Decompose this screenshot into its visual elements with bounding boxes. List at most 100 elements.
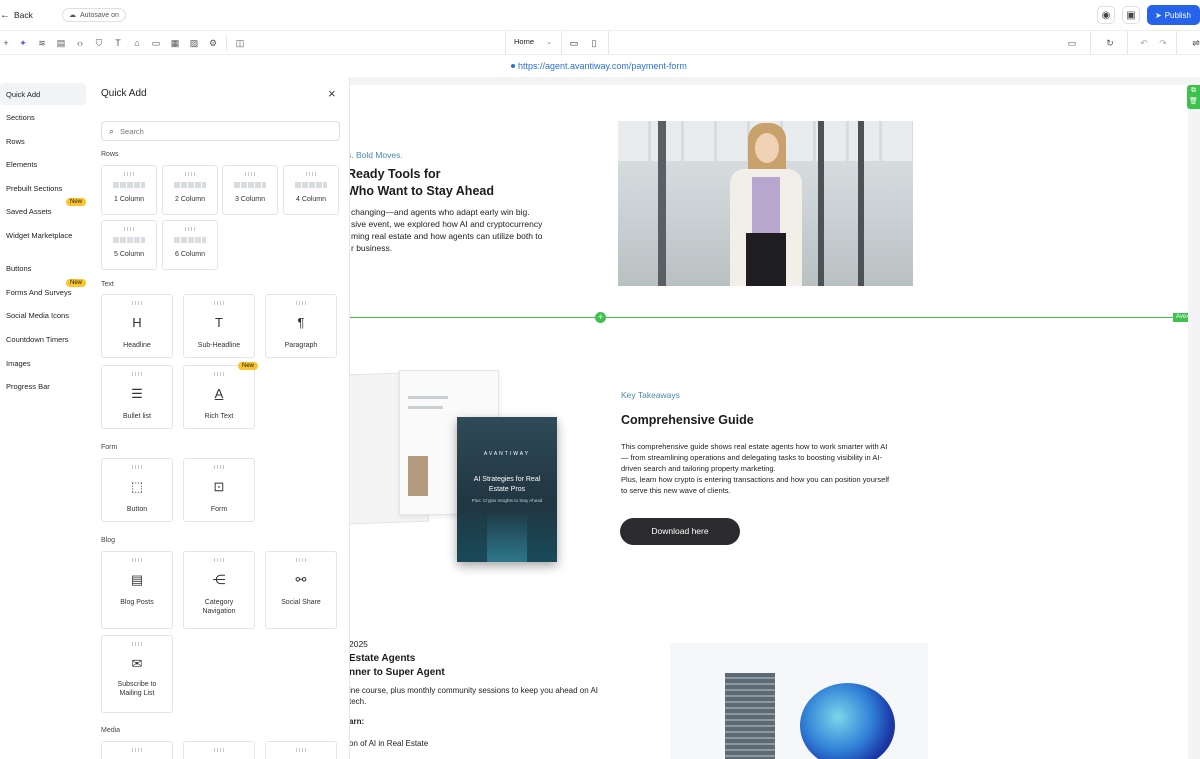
sidebar-item-widget-marketplace[interactable]: Widget Marketplace bbox=[0, 224, 88, 246]
typography-icon[interactable]: T bbox=[112, 37, 124, 49]
course-item[interactable]: on of AI in Real Estate bbox=[349, 739, 428, 748]
hero-body-4[interactable]: r business. bbox=[351, 243, 392, 253]
sidebar-item-sections[interactable]: Sections bbox=[0, 106, 88, 128]
course-year[interactable]: 2025 bbox=[349, 639, 368, 649]
guide-body-3[interactable]: driven search and tailoring property mar… bbox=[621, 464, 776, 473]
copy-icon[interactable]: ⧉ bbox=[1187, 85, 1200, 96]
page-url-link[interactable]: https://agent.avantiway.com/payment-form bbox=[518, 61, 687, 71]
layers-icon[interactable]: ≋ bbox=[36, 37, 48, 49]
element-bullet-list[interactable]: ☰ Bullet list bbox=[101, 365, 173, 429]
hero-title-line-2[interactable]: Who Want to Stay Ahead bbox=[347, 184, 494, 198]
hero-photo[interactable] bbox=[618, 121, 913, 286]
row-2-column[interactable]: 2 Column bbox=[162, 165, 218, 215]
guide-title[interactable]: Comprehensive Guide bbox=[621, 413, 754, 427]
arrow-left-icon: ← bbox=[0, 9, 10, 21]
hero-body-2[interactable]: sive event, we explored how AI and crypt… bbox=[351, 219, 542, 229]
redo-icon[interactable]: ↷ bbox=[1157, 37, 1169, 49]
course-body-2[interactable]: tech. bbox=[349, 697, 366, 706]
sidebar-item-label: Forms And Surveys bbox=[6, 287, 72, 297]
preview-button[interactable]: ◉ bbox=[1097, 6, 1115, 24]
sliders-icon[interactable]: ⇌ bbox=[1190, 37, 1200, 49]
sidebar-item-prebuilt-sections[interactable]: Prebuilt Sections bbox=[0, 177, 88, 199]
course-image[interactable] bbox=[670, 643, 928, 759]
guide-book-mockup[interactable]: AVANTIWAY AI Strategies for Real Estate … bbox=[349, 370, 564, 570]
key-takeaways-kicker[interactable]: Key Takeaways bbox=[621, 390, 680, 400]
page-select[interactable]: Home ⌄ bbox=[514, 37, 552, 46]
element-headline[interactable]: H Headline bbox=[101, 294, 173, 358]
guide-body-5[interactable]: to serve this new wave of clients. bbox=[621, 486, 731, 495]
element-button[interactable]: ⬚ Button bbox=[101, 458, 173, 522]
code-icon[interactable]: ‹› bbox=[74, 37, 86, 49]
add-row-icon[interactable]: + bbox=[595, 312, 606, 323]
media-card[interactable] bbox=[183, 741, 255, 759]
hero-kicker[interactable]: s. Bold Moves. bbox=[347, 150, 403, 160]
sidebar-item-buttons[interactable]: Buttons bbox=[0, 257, 88, 279]
settings-icon[interactable]: ⚙ bbox=[207, 37, 219, 49]
search-input[interactable] bbox=[120, 126, 321, 136]
row-tag[interactable]: Avexa bbox=[1173, 313, 1188, 322]
element-rich-text[interactable]: A Rich Text bbox=[183, 365, 255, 429]
close-icon[interactable]: × bbox=[328, 86, 336, 101]
pages-icon[interactable]: ▤ bbox=[55, 37, 67, 49]
search-field[interactable]: ⌕ bbox=[101, 121, 340, 141]
undo-icon[interactable]: ↶ bbox=[1138, 37, 1150, 49]
responsive-icon[interactable]: ▭ bbox=[1066, 37, 1078, 49]
image-icon[interactable]: ▨ bbox=[188, 37, 200, 49]
history-icon[interactable]: ↻ bbox=[1104, 37, 1116, 49]
media-card[interactable] bbox=[101, 741, 173, 759]
blog-heading: Blog bbox=[101, 537, 116, 544]
popup-icon[interactable]: ⌂ bbox=[131, 37, 143, 49]
row-4-column[interactable]: 4 Column bbox=[283, 165, 339, 215]
element-subscribe-mailing-list[interactable]: ✉ Subscribe to Mailing List bbox=[101, 635, 173, 713]
guide-body-4[interactable]: Plus, learn how crypto is entering trans… bbox=[621, 475, 889, 484]
file-icon[interactable]: ▦ bbox=[169, 37, 181, 49]
desktop-view-icon[interactable]: ▭ bbox=[568, 37, 580, 49]
sidebar-item-quick-add[interactable]: Quick Add bbox=[0, 83, 86, 105]
sidebar-item-saved-assets[interactable]: Saved Assets New bbox=[0, 198, 88, 222]
sidebar-item-forms-and-surveys[interactable]: Forms And Surveys New bbox=[0, 279, 88, 303]
hero-body-3[interactable]: ming real estate and how agents can util… bbox=[351, 231, 542, 241]
toolbar-divider bbox=[505, 31, 506, 55]
mail-icon: ✉ bbox=[131, 656, 143, 671]
sidebar-item-countdown-timers[interactable]: Countdown Timers bbox=[0, 328, 88, 350]
element-blog-posts[interactable]: ▤ Blog Posts bbox=[101, 551, 173, 629]
sidebar-item-images[interactable]: Images bbox=[0, 352, 88, 374]
paint-icon[interactable]: ⛉ bbox=[93, 37, 105, 49]
save-button[interactable]: ▣ bbox=[1122, 6, 1140, 24]
ai-sparkle-icon[interactable]: ✦ bbox=[17, 37, 29, 49]
download-button[interactable]: Download here bbox=[620, 518, 740, 545]
trash-icon[interactable]: 🗑 bbox=[1187, 96, 1200, 107]
sidebar-item-social-media-icons[interactable]: Social Media Icons bbox=[0, 304, 88, 326]
guide-body-1[interactable]: This comprehensive guide shows real esta… bbox=[621, 442, 887, 451]
sidebar-toggle-icon[interactable]: ◫ bbox=[234, 37, 246, 49]
row-5-column[interactable]: 5 Column bbox=[101, 220, 157, 270]
page-select-value: Home bbox=[514, 37, 535, 46]
element-category-navigation[interactable]: ⋲ Category Navigation bbox=[183, 551, 255, 629]
hero-title-line-1[interactable]: Ready Tools for bbox=[347, 167, 441, 181]
sidebar-item-rows[interactable]: Rows bbox=[0, 130, 88, 152]
back-button[interactable]: ← Back bbox=[0, 8, 33, 22]
toolbar-divider bbox=[226, 35, 227, 51]
hero-body-1[interactable]: changing—and agents who adapt early win … bbox=[351, 207, 530, 217]
element-social-share[interactable]: ⚯ Social Share bbox=[265, 551, 337, 629]
guide-body-2[interactable]: — from streamlining operations and deleg… bbox=[621, 453, 882, 462]
mobile-view-icon[interactable]: ▯ bbox=[588, 37, 600, 49]
row-3-column[interactable]: 3 Column bbox=[222, 165, 278, 215]
course-title-2[interactable]: nner to Super Agent bbox=[349, 667, 445, 678]
course-body-1[interactable]: ine course, plus monthly community sessi… bbox=[349, 686, 598, 695]
publish-button[interactable]: ➤ Publish bbox=[1147, 5, 1200, 25]
add-icon[interactable]: + bbox=[0, 37, 12, 49]
course-title-1[interactable]: Estate Agents bbox=[349, 653, 415, 664]
sidebar-item-elements[interactable]: Elements bbox=[0, 153, 88, 175]
element-form[interactable]: ⊡ Form bbox=[183, 458, 255, 522]
element-sub-headline[interactable]: T Sub-Headline bbox=[183, 294, 255, 358]
window-icon[interactable]: ▭ bbox=[150, 37, 162, 49]
element-paragraph[interactable]: ¶ Paragraph bbox=[265, 294, 337, 358]
row-6-column[interactable]: 6 Column bbox=[162, 220, 218, 270]
media-card[interactable] bbox=[265, 741, 337, 759]
course-subheading[interactable]: arn: bbox=[349, 717, 364, 726]
heading-icon: H bbox=[132, 315, 142, 330]
autosave-toggle[interactable]: ☁ Autosave on bbox=[62, 8, 126, 22]
row-1-column[interactable]: 1 Column bbox=[101, 165, 157, 215]
sidebar-item-progress-bar[interactable]: Progress Bar bbox=[0, 375, 88, 397]
